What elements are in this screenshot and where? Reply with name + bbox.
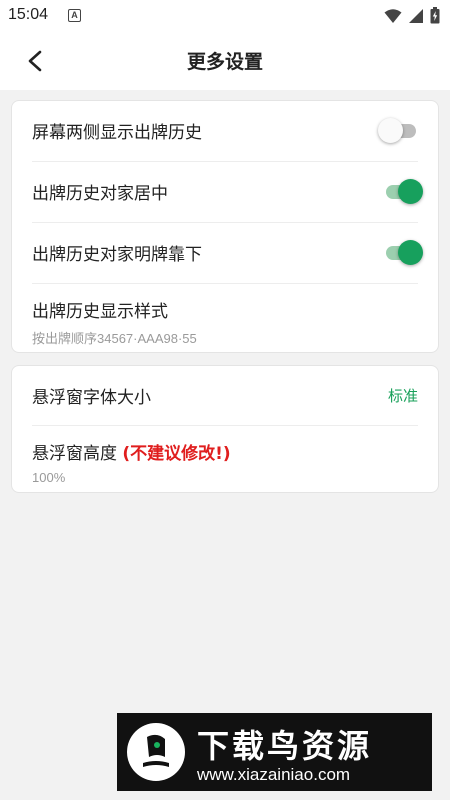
setting-row-partner-center[interactable]: 出牌历史对家居中 — [32, 179, 423, 205]
side-history-toggle[interactable] — [378, 118, 418, 144]
settings-card-history: 屏幕两侧显示出牌历史 出牌历史对家居中 出牌历史对家明牌靠下 出牌历史显示样式 … — [11, 100, 439, 353]
divider — [32, 425, 418, 426]
setting-row-history-style[interactable]: 出牌历史显示样式 按出牌顺序34567·AAA98·55 — [32, 297, 418, 347]
setting-subtitle: 100% — [32, 470, 66, 485]
window-height-label: 悬浮窗高度 — [32, 444, 123, 464]
wifi-icon — [384, 8, 402, 23]
setting-row-partner-open-bottom[interactable]: 出牌历史对家明牌靠下 — [32, 240, 423, 266]
bird-logo-icon — [127, 723, 185, 781]
cell-signal-icon — [409, 8, 423, 23]
status-icons — [384, 7, 440, 24]
setting-row-window-height[interactable]: 悬浮窗高度 (不建议修改!) 100% — [32, 439, 418, 485]
battery-icon — [430, 7, 440, 24]
toggle-knob — [398, 240, 423, 265]
status-time: 15:04 — [8, 6, 49, 23]
divider — [32, 222, 418, 223]
setting-label: 出牌历史显示样式 — [32, 302, 168, 322]
setting-label: 悬浮窗高度 (不建议修改!) — [32, 439, 418, 464]
setting-label: 悬浮窗字体大小 — [32, 388, 151, 408]
warning-text: (不建议修改!) — [122, 444, 231, 464]
setting-subtitle: 按出牌顺序34567·AAA98·55 — [32, 331, 197, 346]
font-size-value: 标准 — [387, 387, 418, 405]
watermark-url: www.xiazainiao.com — [197, 765, 351, 784]
partner-center-toggle[interactable] — [382, 179, 423, 205]
notification-icon: A — [68, 9, 81, 22]
setting-row-side-history[interactable]: 屏幕两侧显示出牌历史 — [32, 118, 418, 144]
setting-row-font-size[interactable]: 悬浮窗字体大小 标准 — [32, 383, 418, 409]
watermark-banner: 下载鸟资源 www.xiazainiao.com — [117, 713, 432, 791]
toggle-knob — [398, 179, 423, 204]
divider — [32, 283, 418, 284]
watermark-title: 下载鸟资源 — [197, 727, 373, 765]
toggle-knob — [378, 118, 403, 143]
setting-label: 屏幕两侧显示出牌历史 — [32, 123, 202, 143]
status-bar: 15:04 A — [0, 0, 450, 32]
setting-label: 出牌历史对家居中 — [32, 184, 168, 204]
setting-label: 出牌历史对家明牌靠下 — [32, 245, 202, 265]
app-bar: 更多设置 — [0, 32, 450, 90]
page-title: 更多设置 — [186, 51, 263, 73]
partner-open-bottom-toggle[interactable] — [382, 240, 423, 266]
divider — [32, 161, 418, 162]
settings-card-floating-window: 悬浮窗字体大小 标准 悬浮窗高度 (不建议修改!) 100% — [11, 365, 439, 493]
